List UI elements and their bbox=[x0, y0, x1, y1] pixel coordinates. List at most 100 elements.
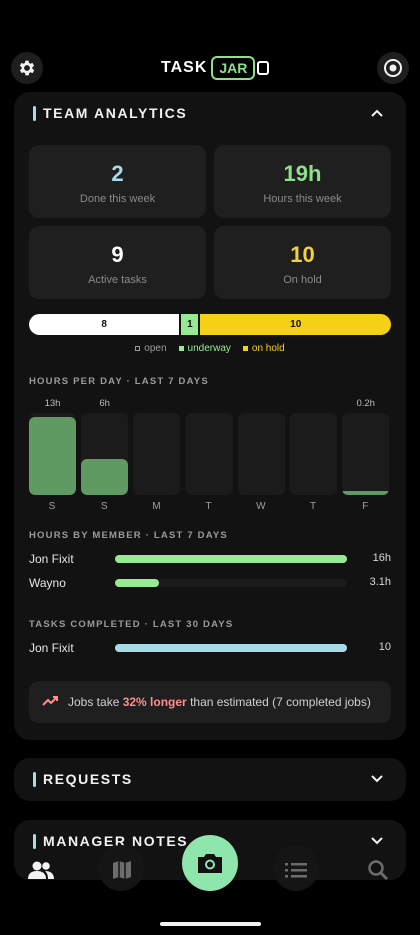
bar-column bbox=[81, 413, 129, 495]
bar-track bbox=[29, 413, 76, 495]
logo-task-text: TASK bbox=[161, 59, 208, 76]
bar-day-label: M bbox=[152, 501, 162, 512]
camera-icon bbox=[198, 854, 222, 873]
logo-camera-icon bbox=[257, 61, 270, 75]
hours-by-member-label: HOURS BY MEMBER · LAST 7 DAYS bbox=[29, 530, 228, 541]
member-row: Jon Fixit 10 bbox=[29, 639, 391, 657]
nav-search[interactable] bbox=[358, 857, 398, 883]
insight-text: Jobs take 32% longer than estimated (7 c… bbox=[68, 695, 371, 709]
bar-day-label: W bbox=[256, 501, 267, 512]
legend-swatch bbox=[178, 345, 184, 351]
insight-prefix: Jobs take bbox=[68, 695, 123, 709]
status-segment-open: 8 bbox=[29, 314, 182, 335]
requests-title: REQUESTS bbox=[43, 771, 133, 787]
team-analytics-title: TEAM ANALYTICS bbox=[43, 105, 188, 121]
nav-list[interactable] bbox=[276, 857, 316, 883]
bar-track bbox=[290, 413, 337, 495]
insight-highlight: 32% longer bbox=[122, 695, 187, 709]
stat-label: On hold bbox=[283, 274, 322, 286]
record-icon bbox=[384, 59, 402, 77]
list-icon bbox=[285, 863, 307, 878]
member-name: Jon Fixit bbox=[29, 552, 74, 566]
app-header: TASK JAR bbox=[0, 50, 420, 86]
app-logo: TASK JAR bbox=[161, 56, 270, 80]
bar-column bbox=[290, 413, 337, 495]
stat-value: 10 bbox=[290, 242, 315, 267]
hours-per-day-chart: 13h S 6h S M T W T 0.2h F bbox=[29, 396, 391, 512]
stat-value: 9 bbox=[111, 242, 124, 267]
gear-icon bbox=[19, 60, 35, 76]
member-value: 10 bbox=[378, 641, 391, 653]
requests-header[interactable]: REQUESTS bbox=[14, 758, 406, 800]
bar-value-label: 0.2h bbox=[356, 398, 375, 409]
bar-day-label: T bbox=[309, 501, 318, 512]
legend-label: on hold bbox=[251, 343, 285, 354]
bar bbox=[29, 417, 76, 495]
member-value: 3.1h bbox=[369, 576, 391, 588]
legend-item: underway bbox=[178, 343, 231, 354]
insight-suffix: than estimated (7 completed jobs) bbox=[186, 695, 371, 709]
stat-done-this-week: 2 Done this week bbox=[29, 145, 206, 218]
accent-bar bbox=[33, 106, 36, 121]
stat-hours-this-week: 19h Hours this week bbox=[214, 145, 391, 218]
hours-per-day-label: HOURS PER DAY · LAST 7 DAYS bbox=[29, 376, 209, 387]
team-analytics-header[interactable]: TEAM ANALYTICS bbox=[14, 92, 406, 134]
nav-map[interactable] bbox=[102, 857, 142, 883]
bar-track bbox=[115, 555, 347, 563]
stat-on-hold: 10 On hold bbox=[214, 226, 391, 299]
logo-jar-text: JAR bbox=[211, 56, 256, 80]
team-analytics-card: TEAM ANALYTICS 2 Done this week 19h Hour… bbox=[14, 92, 406, 740]
tasks-completed-label: TASKS COMPLETED · LAST 30 DAYS bbox=[29, 619, 234, 630]
bar-day-label: S bbox=[48, 501, 57, 512]
estimate-insight: Jobs take 32% longer than estimated (7 c… bbox=[29, 681, 391, 723]
bar bbox=[342, 491, 390, 495]
bar-column bbox=[185, 413, 233, 495]
stat-label: Active tasks bbox=[88, 274, 147, 286]
bar-day-label: F bbox=[362, 501, 370, 512]
bar-column bbox=[237, 413, 285, 495]
legend-item: on hold bbox=[242, 343, 285, 354]
chevron-up-icon[interactable] bbox=[370, 106, 384, 120]
bar-track bbox=[185, 413, 233, 495]
status-segment-on-hold: 10 bbox=[200, 314, 391, 335]
member-name: Jon Fixit bbox=[29, 641, 74, 655]
bar-track bbox=[81, 413, 129, 495]
stat-label: Hours this week bbox=[263, 193, 342, 205]
member-row: Jon Fixit 16h bbox=[29, 550, 391, 568]
bar-track bbox=[133, 413, 181, 495]
member-row: Wayno 3.1h bbox=[29, 574, 391, 592]
task-status-legend: open underway on hold bbox=[14, 343, 406, 354]
bar-track bbox=[237, 413, 285, 495]
legend-label: underway bbox=[187, 343, 231, 354]
camera-button[interactable] bbox=[182, 835, 238, 891]
legend-swatch bbox=[135, 345, 141, 351]
bar-track bbox=[115, 579, 347, 587]
bar-track bbox=[342, 413, 390, 495]
legend-swatch bbox=[242, 345, 248, 351]
settings-button[interactable] bbox=[11, 52, 43, 84]
member-value: 16h bbox=[372, 552, 391, 564]
requests-card[interactable]: REQUESTS bbox=[14, 758, 406, 801]
bar-value-label: 13h bbox=[44, 398, 61, 409]
stat-label: Done this week bbox=[79, 193, 156, 205]
task-status-bar: 8 1 10 bbox=[29, 314, 391, 335]
map-icon bbox=[113, 861, 131, 879]
bar-value-label: 6h bbox=[99, 398, 110, 409]
accent-bar bbox=[33, 772, 36, 787]
stat-active-tasks: 9 Active tasks bbox=[29, 226, 206, 299]
bottom-navigation bbox=[0, 835, 420, 935]
bar-column bbox=[342, 413, 390, 495]
chevron-down-icon[interactable] bbox=[370, 772, 384, 786]
nav-team[interactable] bbox=[21, 857, 61, 883]
stat-value: 2 bbox=[111, 161, 124, 186]
bar bbox=[115, 644, 347, 652]
team-icon bbox=[28, 861, 54, 879]
bar bbox=[81, 459, 129, 495]
legend-label: open bbox=[144, 343, 167, 354]
bar-column bbox=[133, 413, 181, 495]
record-button[interactable] bbox=[377, 52, 409, 84]
bar-column bbox=[29, 413, 76, 495]
bar-day-label: T bbox=[205, 501, 213, 512]
home-indicator bbox=[160, 922, 261, 926]
search-icon bbox=[368, 860, 389, 881]
